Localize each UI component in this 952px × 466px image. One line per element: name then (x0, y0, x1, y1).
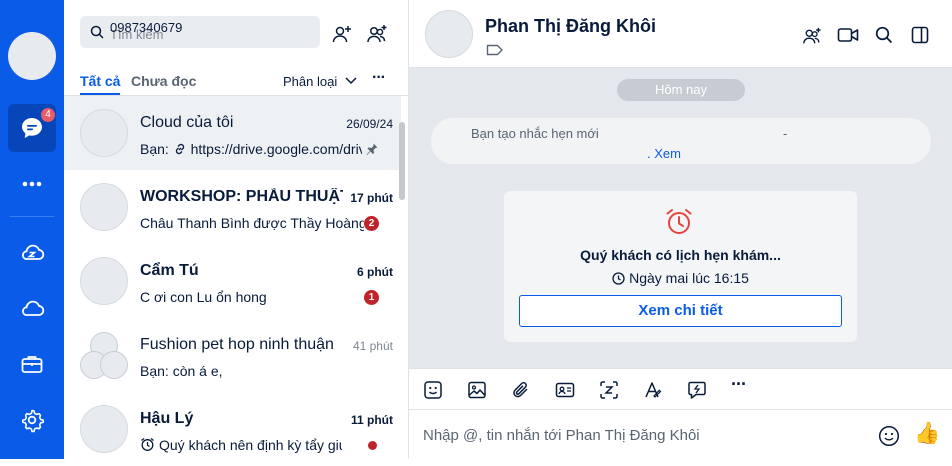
messages-nav-button[interactable]: 4 (8, 104, 56, 152)
conversation-time: 11 phút (350, 413, 393, 427)
filter-label: Phân loại (283, 74, 338, 89)
composer-toolbar: ··· (409, 368, 952, 410)
cloud-nav-button[interactable] (8, 284, 56, 332)
reminder-time: Ngày mai lúc 16:15 (504, 270, 857, 286)
avatar (80, 257, 128, 305)
conversation-preview: Quý khách nên định kỳ tẩy giun cho thú c… (140, 437, 342, 453)
conversation-panel: Tìm kiếm 0987340679 Tất cả Chưa đọc Phân… (64, 0, 409, 459)
conversation-time: 17 phút (350, 191, 393, 205)
avatar (80, 405, 128, 453)
user-avatar[interactable] (8, 32, 56, 80)
rail-divider (10, 216, 54, 217)
add-friend-icon[interactable] (332, 24, 352, 44)
search-icon (90, 25, 104, 39)
video-call-icon[interactable] (837, 26, 859, 44)
conversation-time: 26/09/24 (346, 117, 393, 131)
contact-name[interactable]: Phan Thị Đăng Khôi (485, 16, 656, 37)
conversation-preview: Bạn: còn á e, (140, 363, 223, 379)
more-options-button[interactable]: ··· (372, 69, 386, 87)
more-tools-button[interactable]: ··· (731, 374, 747, 395)
thumbs-up-button[interactable]: 👍 (914, 422, 940, 446)
sidebar-toggle-icon[interactable] (911, 26, 929, 44)
date-separator: Hôm nay (617, 79, 745, 101)
nav-rail: 4 (0, 0, 64, 459)
contact-card-icon[interactable] (555, 380, 575, 400)
search-input[interactable]: 0987340679 (110, 20, 182, 35)
gear-icon (22, 409, 44, 433)
group-avatar (80, 331, 128, 379)
messages-badge: 4 (41, 108, 55, 122)
message-area[interactable]: Hôm nay Bạn tạo nhắc hẹn mới - . Xem Quý… (409, 68, 952, 368)
search-icon[interactable] (875, 26, 893, 44)
system-message-text: Bạn tạo nhắc hẹn mới (471, 126, 599, 141)
tag-icon[interactable] (486, 44, 504, 56)
conversation-item[interactable]: Cloud của tôi 26/09/24 Bạn: https://driv… (64, 96, 401, 170)
reminder-card: Quý khách có lịch hẹn khám... Ngày mai l… (504, 191, 857, 342)
view-reminder-link[interactable]: . Xem (647, 146, 681, 161)
conversation-preview: C ơi con Lu ổn hong (140, 289, 267, 305)
message-composer: Nhập @, tin nhắn tới Phan Thị Đăng Khôi … (409, 410, 952, 459)
pin-icon (366, 143, 378, 155)
zcloud-icon (22, 244, 45, 260)
unread-badge: 2 (364, 216, 379, 231)
unread-badge: 1 (364, 290, 379, 305)
tab-unread[interactable]: Chưa đọc (131, 73, 196, 89)
conversation-name: Cẩm Tú (140, 262, 199, 279)
tab-all[interactable]: Tất cả (80, 73, 121, 95)
conversation-scrollbar[interactable] (399, 122, 405, 200)
preview-text: https://drive.google.com/drive/folders (190, 141, 362, 157)
conversation-item[interactable]: Cẩm Tú 6 phút C ơi con Lu ổn hong 1 (64, 244, 401, 318)
sticker-icon[interactable] (423, 380, 443, 400)
settings-nav-button[interactable] (8, 396, 56, 444)
add-to-group-icon[interactable] (802, 26, 822, 46)
conversation-time: 41 phút (352, 339, 393, 353)
system-message-dash: - (783, 126, 788, 141)
search-box[interactable]: Tìm kiếm 0987340679 (80, 16, 320, 48)
briefcase-icon (21, 356, 43, 373)
conversation-preview: Châu Thanh Bình được Thầy Hoàng thêm vào… (140, 215, 364, 231)
preview-text: Quý khách nên định kỳ tẩy giun cho thú c… (159, 437, 342, 453)
text-format-icon[interactable] (643, 380, 663, 400)
image-icon[interactable] (467, 380, 487, 400)
conversation-name: Cloud của tôi (140, 114, 234, 131)
attachment-icon[interactable] (511, 380, 531, 400)
chat-header: Phan Thị Đăng Khôi (409, 0, 952, 68)
reminder-time-text: Ngày mai lúc 16:15 (629, 270, 749, 286)
zcloud-nav-button[interactable] (8, 228, 56, 276)
conversation-name: WORKSHOP: PHẪU THUẬT TỔNG QUÁT (140, 188, 343, 205)
conversation-item[interactable]: Hậu Lý 11 phút Quý khách nên định kỳ tẩy… (64, 392, 401, 466)
chat-bubble-icon (22, 118, 42, 138)
chevron-down-icon[interactable] (345, 77, 357, 85)
view-details-button[interactable]: Xem chi tiết (519, 295, 842, 327)
message-input[interactable]: Nhập @, tin nhắn tới Phan Thị Đăng Khôi (423, 427, 700, 444)
chat-panel: Phan Thị Đăng Khôi Hôm nay Bạn tạo nhắc … (409, 0, 952, 459)
unread-dot (368, 441, 377, 450)
reminder-title: Quý khách có lịch hẹn khám... (580, 247, 781, 263)
avatar (80, 109, 128, 157)
emoji-icon[interactable] (878, 425, 900, 447)
system-message: Bạn tạo nhắc hẹn mới - . Xem (431, 118, 931, 164)
preview-sender: Bạn: (140, 141, 173, 157)
filter-dropdown[interactable]: Phân loại (283, 74, 337, 89)
create-group-icon[interactable] (366, 24, 388, 44)
conversation-time: 6 phút (357, 265, 393, 279)
conversation-item[interactable]: WORKSHOP: PHẪU THUẬT TỔNG QUÁT 17 phút C… (64, 170, 401, 244)
screenshot-icon[interactable] (599, 380, 619, 400)
contact-avatar[interactable] (425, 10, 473, 58)
more-nav-button[interactable] (8, 160, 56, 208)
toolbox-nav-button[interactable] (8, 340, 56, 388)
alarm-clock-icon (666, 209, 692, 234)
conversation-name: Fushion pet hop ninh thuận (140, 336, 334, 353)
clock-icon (612, 272, 625, 285)
alarm-clock-icon (141, 437, 154, 451)
quick-message-icon[interactable] (687, 380, 707, 400)
conversation-name: Hậu Lý (140, 410, 194, 427)
avatar (80, 183, 128, 231)
conversation-item[interactable]: Fushion pet hop ninh thuận 41 phút Bạn: … (64, 318, 401, 392)
more-dots-icon (22, 181, 42, 187)
conversation-tabs: Tất cả Chưa đọc Phân loại ··· (80, 69, 393, 96)
conversation-preview: Bạn: https://drive.google.com/drive/fold… (140, 141, 362, 157)
link-icon (175, 143, 184, 155)
cloud-icon (22, 300, 45, 316)
